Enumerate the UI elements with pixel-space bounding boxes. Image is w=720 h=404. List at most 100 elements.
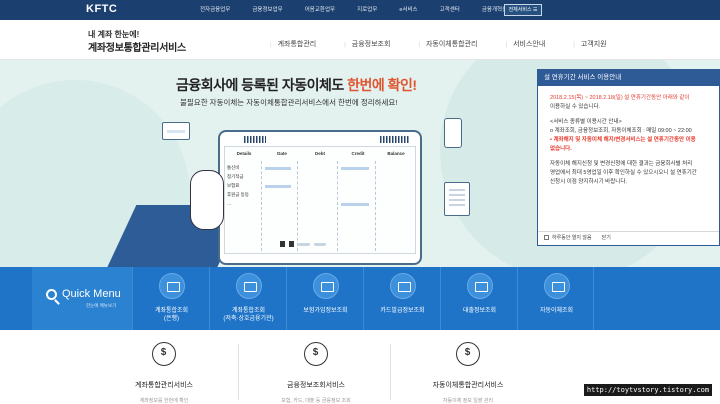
mainnav-account-management[interactable]: 계좌통합관리: [270, 39, 317, 49]
highlight-bar: [341, 167, 369, 170]
notice-item-warning: • 계좌해지 및 자동이체 해지/변경서비스는 설 연휴기간동안 이용: [550, 137, 696, 143]
top-nav: 전자금융업무 금융정보업무 어음교환업무 지로업무 e서비스 고객센터 금융개혁…: [200, 0, 534, 20]
statement-row: 후원금 등등: [227, 192, 249, 197]
notice-item-warning-cont: 없습니다.: [550, 146, 572, 152]
mainnav-customer-support[interactable]: 고객지원: [573, 39, 607, 49]
notice-text: 영업에서 최대 5영업일 이후 확인하실 수 있으시오니 설 연휴기간: [550, 170, 697, 176]
quick-item-label: 대출정보조회: [462, 308, 497, 314]
hero-title: 금융회사에 등록된 자동이체도 한번에 확인!: [176, 75, 417, 95]
quick-item-card[interactable]: 카드발급정보조회: [363, 267, 440, 330]
mainnav-auto-transfer[interactable]: 자동이체통합관리: [418, 39, 478, 49]
document-illustration: [444, 182, 470, 216]
statement-rows: 통신비 정기적금 보험료 후원금 등등 …: [227, 163, 249, 208]
quick-menu-subtitle: 한눈에 메뉴보기: [86, 303, 117, 308]
money-bag-icon: [152, 342, 176, 366]
bank-card-icon: [236, 273, 262, 299]
notice-body: 2018.2.15(목) ~ 2018.2.18(일) 설 연휴기간동안 아래와…: [538, 86, 719, 187]
dont-show-checkbox[interactable]: [544, 235, 549, 241]
slide-indicator[interactable]: [314, 242, 326, 246]
slide-indicator[interactable]: [298, 242, 310, 246]
topnav-item-customer-center[interactable]: 고객센터: [440, 0, 460, 20]
insurance-icon: [313, 273, 339, 299]
hero-subtitle: 불필요한 자동이체는 자동이체통합관리서비스에서 한번에 정리하세요!: [180, 98, 398, 107]
topnav-item-bill-exchange[interactable]: 어음교환업무: [305, 0, 335, 20]
quick-item-bank-account[interactable]: 계좌통합조회 (은행): [132, 267, 209, 330]
topnav-item-electronic-finance[interactable]: 전자금융업무: [200, 0, 230, 20]
hand-coin-icon: [456, 342, 480, 366]
service-desc: 자동이체 정보 일괄 관리: [442, 398, 494, 404]
highlight-bar: [265, 185, 291, 188]
notice-text: 자동이체 해지신청 및 변경신청에 대한 결과는 금융회사별 처리: [550, 161, 693, 167]
service-title: 계좌통합관리서비스: [135, 382, 193, 389]
dont-show-label[interactable]: 하루동안 열지 않음: [552, 235, 592, 241]
service-account-management[interactable]: 계좌통합관리서비스 계좌정보를 한번에 확인: [84, 342, 244, 404]
statement-row: 통신비: [227, 165, 240, 170]
credit-card-icon: [390, 273, 416, 299]
notice-item: o 계좌조회, 금융정보조회, 자동이체조회 : 매일 09:00 ~ 22:0…: [550, 128, 692, 134]
search-icon: [46, 289, 57, 300]
column-divider: [375, 161, 376, 251]
service-title: 금융정보조회서비스: [287, 382, 345, 389]
notice-popup: 설 연휴기간 서비스 이용안내 2018.2.15(목) ~ 2018.2.18…: [537, 69, 720, 246]
chart-magnifier-icon: [304, 342, 328, 366]
quick-item-auto-transfer[interactable]: 자동이체조회: [517, 267, 594, 330]
loan-icon: [467, 273, 493, 299]
bank-icon: [159, 273, 185, 299]
barcode-graphic: [380, 136, 410, 143]
col-debt: Debt: [315, 151, 325, 156]
main-nav: 계좌통합관리 금융정보조회 자동이체통합관리 서비스안내 고객지원: [270, 39, 635, 49]
watermark: http://toytvstory.tistory.com: [584, 384, 712, 396]
notice-footer: 하루동안 열지 않음 닫기: [538, 231, 719, 245]
site-header: 내 계좌 한눈에! 계좌정보통합관리서비스 계좌통합관리 금융정보조회 자동이체…: [0, 20, 720, 60]
hero-title-text: 금융회사에 등록된 자동이체도: [176, 77, 348, 93]
statement-table: Details Date Debt Credit Balance 통신비 정기적…: [224, 146, 416, 254]
col-date: Date: [277, 151, 287, 156]
quick-menu-title: Quick Menu: [62, 288, 121, 300]
phone-illustration: [444, 118, 462, 148]
service-finance-info[interactable]: 금융정보조회서비스 보험, 카드, 대출 등 금융정보 조회: [236, 342, 396, 404]
quick-item-insurance[interactable]: 보험가입정보조회: [286, 267, 363, 330]
pause-icon[interactable]: [289, 241, 294, 247]
quick-item-label: 카드발급정보조회: [380, 308, 425, 314]
service-desc: 계좌정보를 한번에 확인: [139, 398, 189, 404]
quick-item-savings-account[interactable]: 계좌통합조회 (저축·상호금융기관): [209, 267, 286, 330]
topnav-item-finance-info[interactable]: 금융정보업무: [252, 0, 282, 20]
quick-menu-title-box[interactable]: Quick Menu 한눈에 메뉴보기: [32, 267, 132, 330]
mainnav-finance-info[interactable]: 금융정보조회: [344, 39, 391, 49]
banner-controls[interactable]: [280, 240, 360, 248]
kftc-logo[interactable]: KFTC: [86, 3, 117, 15]
statement-row: 보험료: [227, 183, 240, 188]
all-services-button[interactable]: 전체서비스 ☰: [504, 4, 542, 16]
topnav-item-giro[interactable]: 지로업무: [357, 0, 377, 20]
top-bar: KFTC 전자금융업무 금융정보업무 어음교환업무 지로업무 e서비스 고객센터…: [0, 0, 720, 20]
statement-header: Details Date Debt Credit Balance: [225, 151, 415, 159]
service-desc: 보험, 카드, 대출 등 금융정보 조회: [281, 398, 351, 404]
quick-item-label: 보험가입정보조회: [303, 308, 348, 314]
play-icon[interactable]: [280, 241, 285, 247]
notice-text: 신청시 이점 양지하시기 바랍니다.: [550, 179, 627, 185]
highlight-bar: [265, 167, 291, 170]
column-divider: [337, 161, 338, 251]
notice-title: 설 연휴기간 서비스 이용안내: [538, 70, 719, 86]
statement-row: 정기적금: [227, 174, 244, 179]
quick-item-label: 계좌통합조회 (저축·상호금융기관): [223, 308, 274, 322]
topnav-item-eservice[interactable]: e서비스: [399, 0, 417, 20]
col-balance: Balance: [387, 151, 405, 156]
notice-period: 2018.2.15(목) ~ 2018.2.18(일) 설 연휴기간동안 아래와…: [550, 95, 690, 101]
notice-section-title: <서비스 종류별 이용시간 안내>: [550, 119, 622, 125]
barcode-graphic: [244, 136, 266, 143]
statement-row: …: [227, 201, 232, 206]
notice-line: 이용하실 수 있습니다.: [550, 104, 601, 110]
col-details: Details: [236, 151, 252, 156]
col-credit: Credit: [351, 151, 365, 156]
service-auto-transfer[interactable]: 자동이체통합관리서비스 자동이체 정보 일괄 관리: [388, 342, 548, 404]
quick-item-loan[interactable]: 대출정보조회: [440, 267, 517, 330]
column-divider: [261, 161, 262, 251]
notice-close-button[interactable]: 닫기: [602, 235, 611, 241]
hero-title-highlight: 한번에 확인!: [347, 77, 417, 93]
brand-title[interactable]: 계좌정보통합관리서비스: [88, 39, 186, 54]
column-divider: [297, 161, 298, 251]
mainnav-service-guide[interactable]: 서비스안내: [506, 39, 545, 49]
quick-item-label: 계좌통합조회 (은행): [154, 308, 189, 322]
quick-item-label: 자동이체조회: [539, 308, 574, 314]
